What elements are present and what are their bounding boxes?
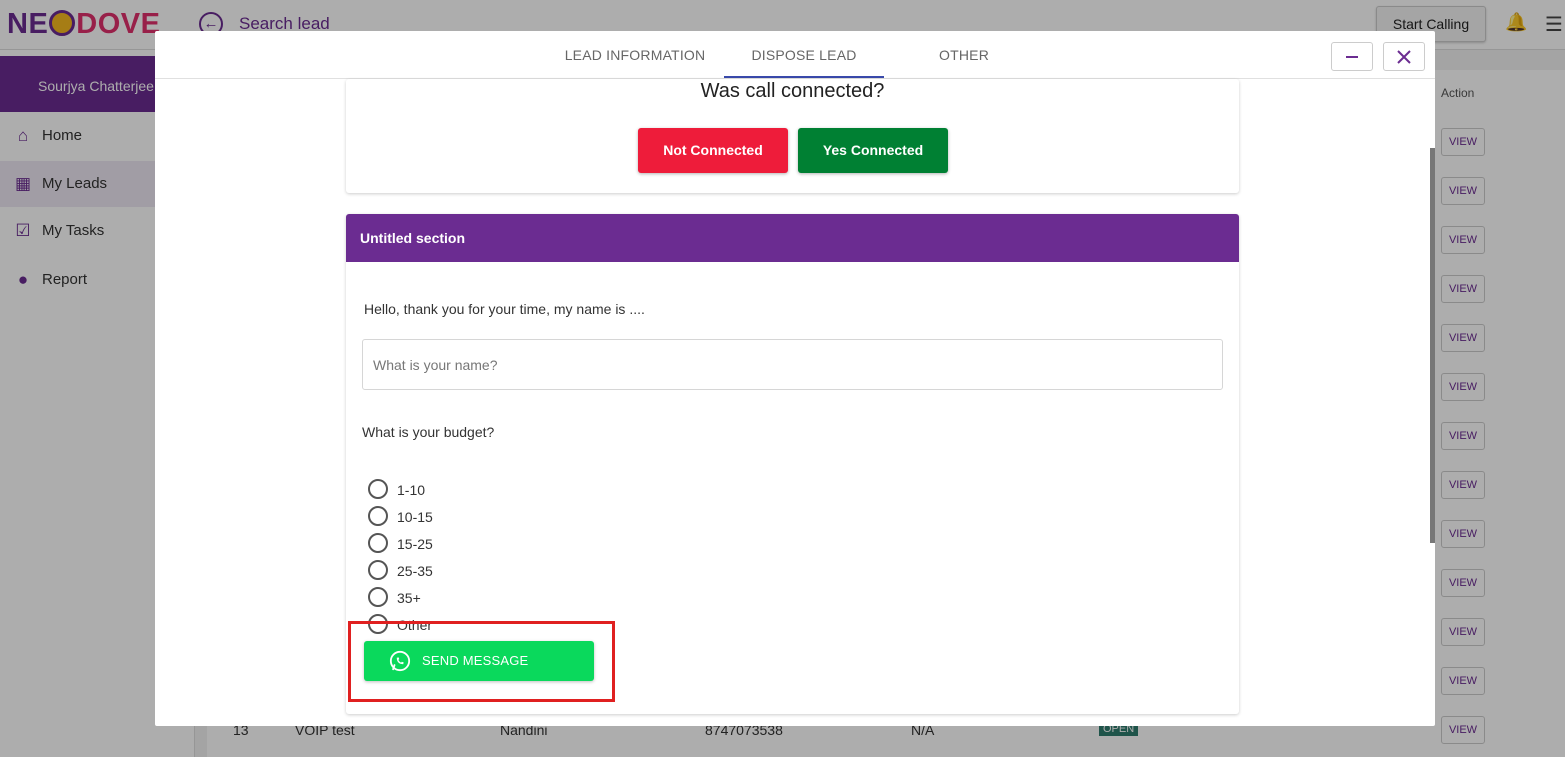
radio-button[interactable]	[368, 479, 388, 499]
scrollbar[interactable]	[1430, 148, 1435, 543]
section-title: Untitled section	[346, 214, 1239, 262]
radio-button[interactable]	[368, 587, 388, 607]
highlight-annotation-box	[348, 621, 615, 702]
radio-label: 15-25	[397, 536, 433, 552]
name-input[interactable]	[362, 339, 1223, 390]
tab-other[interactable]: OTHER	[884, 47, 1044, 63]
active-tab-indicator	[724, 76, 884, 78]
tab-dispose-lead[interactable]: DISPOSE LEAD	[724, 47, 884, 63]
greeting-text: Hello, thank you for your time, my name …	[364, 301, 645, 317]
call-question: Was call connected?	[700, 80, 885, 102]
radio-button[interactable]	[368, 506, 388, 526]
minimize-button[interactable]	[1331, 42, 1373, 71]
tab-lead-information[interactable]: LEAD INFORMATION	[555, 47, 715, 63]
radio-label: 1-10	[397, 482, 426, 498]
radio-label: 10-15	[397, 509, 433, 525]
minimize-icon	[1346, 56, 1358, 58]
radio-button[interactable]	[368, 533, 388, 553]
close-icon	[1397, 50, 1411, 64]
modal-tabs: LEAD INFORMATION DISPOSE LEAD OTHER	[155, 31, 1435, 79]
radio-label: 35+	[397, 590, 421, 606]
yes-connected-button[interactable]: Yes Connected	[798, 128, 948, 173]
radio-label: 25-35	[397, 563, 433, 579]
not-connected-button[interactable]: Not Connected	[638, 128, 788, 173]
budget-question: What is your budget?	[362, 424, 495, 440]
radio-button[interactable]	[368, 560, 388, 580]
close-button[interactable]	[1383, 42, 1425, 71]
call-status-card: Was call connected? Not Connected Yes Co…	[346, 79, 1239, 193]
lead-modal: LEAD INFORMATION DISPOSE LEAD OTHER Was …	[155, 31, 1435, 726]
